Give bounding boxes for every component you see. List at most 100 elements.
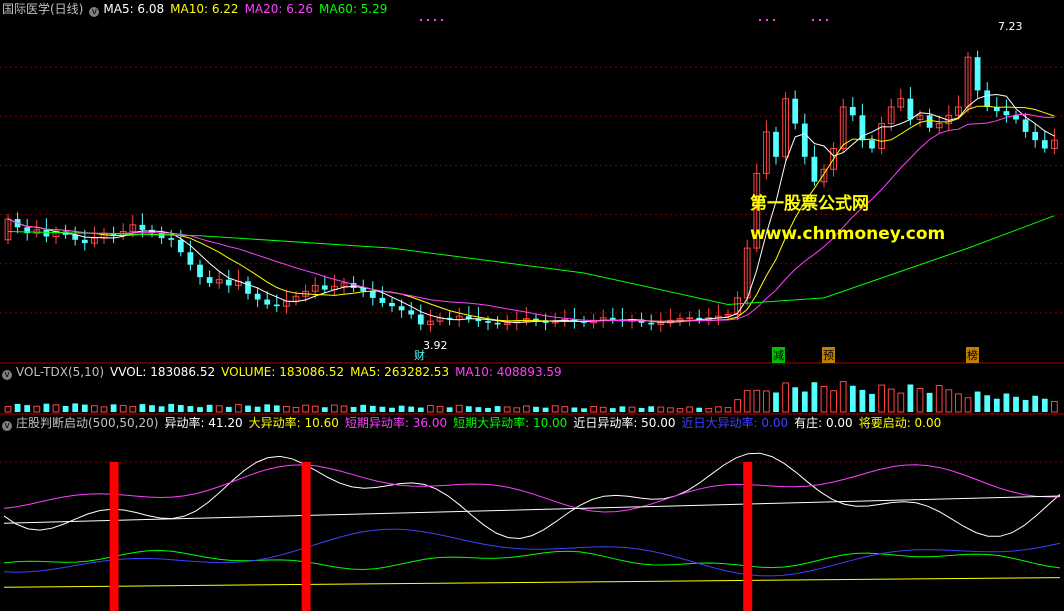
volume-bar [628, 406, 636, 413]
chevron-down-icon[interactable]: v [2, 370, 12, 380]
volume-bar [897, 392, 905, 413]
low-price-label: 3.92 [423, 339, 448, 352]
candle-body [369, 291, 376, 298]
candle-body [686, 317, 693, 320]
volume-ma5-label: MA5: 263282.53 [350, 365, 450, 379]
volume-bar [197, 407, 203, 412]
volume-bar [129, 406, 137, 413]
high-price-label: 7.23 [998, 20, 1023, 33]
volume-bar [52, 404, 60, 413]
signal-dot [826, 19, 828, 21]
volume-bar [696, 407, 703, 412]
volume-bar [292, 406, 300, 413]
signal-bar [109, 462, 119, 611]
candlestick-series [4, 50, 1058, 332]
price-grid [0, 66, 1064, 463]
volume-bar [667, 407, 674, 413]
volume-bar [475, 407, 482, 412]
volume-bar [599, 406, 607, 413]
volume-bar [581, 408, 587, 412]
volume-bar [1013, 396, 1019, 412]
chevron-down-icon[interactable]: v [2, 421, 12, 431]
indicator-item-3: 短期大异动率: 10.00 [453, 416, 568, 430]
candle-body [389, 302, 395, 307]
volume-bar [887, 388, 895, 413]
volume-bar [1032, 395, 1039, 412]
ma5-line [7, 93, 1055, 324]
volume-bar [235, 404, 242, 413]
volume-bar [331, 404, 338, 413]
volume-bar [264, 404, 271, 412]
volume-label: VOLUME: 183086.52 [221, 365, 345, 379]
volume-bar [705, 407, 713, 413]
volume-bar [686, 406, 693, 413]
signal-dot [420, 19, 422, 21]
volume-bar [993, 398, 1000, 412]
volume-bar [551, 405, 559, 413]
candle-body [869, 140, 875, 149]
signal-dot [427, 19, 429, 21]
volume-bar [782, 382, 789, 413]
candle-body [72, 234, 79, 240]
ma10-line [7, 105, 1055, 322]
volume-bar [311, 405, 319, 413]
volume-bars [4, 381, 1058, 413]
volume-bar [1003, 393, 1010, 412]
volume-bar [869, 393, 875, 412]
volume-bar [389, 407, 395, 412]
volume-bar [734, 399, 741, 413]
candle-body [907, 98, 914, 120]
stock-chart[interactable]: 7.23 3.92 [0, 0, 1064, 611]
candle-body [974, 57, 981, 91]
volume-bar [609, 408, 616, 412]
volume-bar [859, 389, 866, 412]
volume-bar [955, 393, 962, 413]
volume-bar [110, 404, 117, 412]
volume-bar [369, 405, 376, 412]
ma20-line [7, 113, 1055, 322]
candle-body [811, 156, 818, 182]
candle-body [273, 304, 280, 307]
signal-dot [812, 19, 814, 21]
candle-body [206, 277, 213, 283]
volume-indicator-name: VOL-TDX(5,10) [16, 365, 105, 379]
volume-bar [485, 408, 491, 412]
candle-body [773, 131, 779, 157]
indicator-line-short-term [3, 464, 1061, 513]
candle-body [1022, 119, 1029, 132]
volume-bar [715, 406, 722, 413]
volume-bar [878, 384, 885, 413]
volume-bar [158, 406, 165, 412]
volume-bar [533, 406, 539, 412]
volume-bar [561, 406, 569, 413]
indicator-item-6: 有庄: 0.00 [794, 416, 853, 430]
volume-bar [81, 404, 88, 412]
volume-bar [974, 391, 981, 412]
candle-body [177, 239, 184, 253]
volume-bar [657, 406, 665, 413]
volume-bar [446, 407, 453, 412]
candle-body [321, 285, 328, 290]
volume-bar [149, 405, 155, 412]
volume-bar [984, 395, 991, 412]
volume-bar [321, 407, 328, 412]
volume-bar [839, 381, 847, 413]
candle-body [187, 252, 194, 265]
candle-body [494, 322, 501, 325]
marker-bang: 榜 [966, 347, 979, 363]
volume-bar [926, 392, 933, 412]
volume-bar [340, 405, 348, 413]
signal-dot [441, 19, 443, 21]
volume-bar [427, 404, 434, 413]
candle-body [1041, 140, 1048, 149]
chevron-down-icon[interactable]: v [89, 7, 100, 17]
candle-body [379, 297, 386, 303]
price-panel-header: 国际医学(日线) v MA5: 6.08 MA10: 6.22 MA20: 6.26 MA… [0, 0, 393, 18]
volume-bar [1041, 398, 1048, 412]
volume-bar [24, 405, 31, 412]
marker-yu: 预 [822, 347, 835, 363]
volume-bar [820, 385, 828, 413]
volume-bar [916, 387, 924, 413]
marker-cai: 财 [414, 349, 425, 362]
volume-bar [1051, 400, 1058, 413]
